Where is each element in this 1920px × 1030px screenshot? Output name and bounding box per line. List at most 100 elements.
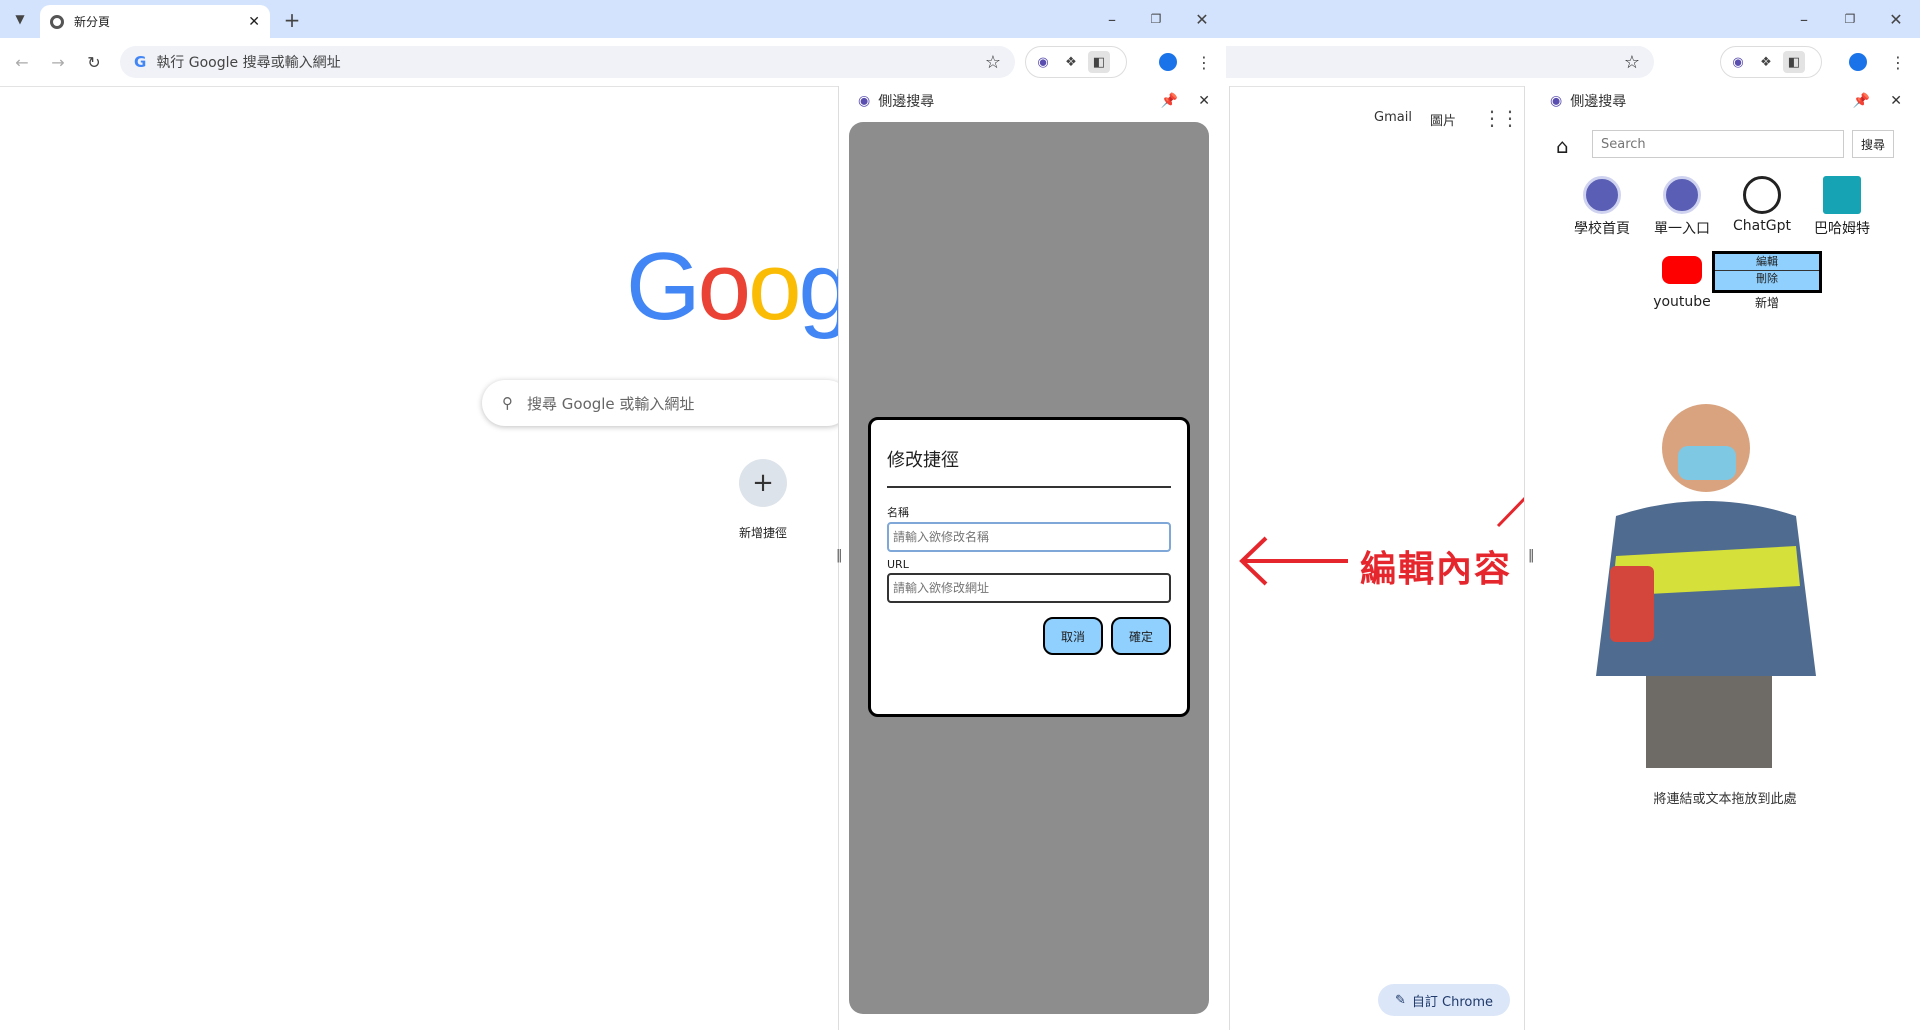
side-panel-right-header: ◉ 側邊搜尋 📌 ✕: [1550, 86, 1902, 116]
shortcut-label: 巴哈姆特: [1814, 221, 1870, 237]
minimize-icon: –: [1800, 9, 1808, 29]
chevron-down-icon: ▼: [15, 12, 25, 26]
side-search-input[interactable]: [1592, 130, 1844, 158]
restore-icon: ❐: [1150, 12, 1162, 26]
tab-search-button[interactable]: ▼: [4, 3, 36, 35]
shortcut-portal[interactable]: 單一入口: [1642, 176, 1722, 238]
resize-handle-left[interactable]: ‖: [836, 548, 843, 563]
omnibox-right[interactable]: ☆: [1226, 46, 1654, 78]
youtube-icon: [1662, 256, 1702, 284]
name-input[interactable]: [887, 522, 1171, 552]
reload-button[interactable]: ↻: [78, 46, 110, 78]
school-logo-icon: [1663, 176, 1701, 214]
minimize-button[interactable]: –: [1096, 3, 1128, 35]
puzzle-icon[interactable]: ❖: [1060, 51, 1082, 73]
profile-button[interactable]: [1152, 46, 1184, 78]
minimize-icon: –: [1108, 9, 1116, 29]
close-window-button-right[interactable]: ✕: [1880, 3, 1912, 35]
pin-icon[interactable]: 📌: [1161, 93, 1178, 109]
side-search-button[interactable]: 搜尋: [1852, 130, 1894, 158]
customize-chrome-button[interactable]: ✎ 自訂 Chrome: [1378, 984, 1510, 1016]
omnibox[interactable]: G 執行 Google 搜尋或輸入網址 ☆: [120, 46, 1015, 78]
menu-button-right[interactable]: ⋮: [1882, 46, 1914, 78]
avatar-icon: [1849, 53, 1867, 71]
dialog-title: 修改捷徑: [887, 446, 1171, 488]
side-search-extension-icon[interactable]: ◉: [1032, 51, 1054, 73]
cancel-button[interactable]: 取消: [1043, 617, 1103, 655]
restore-button-right[interactable]: ❐: [1834, 3, 1866, 35]
school-logo-icon: [1583, 176, 1621, 214]
side-search-extension-icon[interactable]: ◉: [1727, 51, 1749, 73]
side-panel-title: 側邊搜尋: [1570, 94, 1627, 110]
avatar-icon: [1159, 53, 1177, 71]
url-input[interactable]: [887, 573, 1171, 603]
plus-icon: +: [752, 468, 774, 498]
tab-new-tab[interactable]: 新分頁 ✕: [40, 5, 270, 38]
extensions-group: ◉ ❖ ◧: [1025, 46, 1127, 78]
star-icon[interactable]: ☆: [1624, 52, 1640, 73]
add-shortcut-button[interactable]: +: [739, 459, 787, 507]
gmail-link[interactable]: Gmail: [1374, 110, 1412, 125]
shortcut-label: ChatGpt: [1733, 218, 1791, 234]
customize-label: 自訂 Chrome: [1411, 994, 1494, 1010]
chrome-icon: [50, 14, 64, 29]
shortcut-school-home[interactable]: 學校首頁: [1562, 176, 1642, 238]
drop-hint: 將連結或文本拖放到此處: [1653, 792, 1797, 807]
confirm-button[interactable]: 確定: [1111, 617, 1171, 655]
close-icon: ✕: [1889, 9, 1903, 29]
side-panel-title: 側邊搜尋: [878, 94, 935, 110]
side-panel-icon[interactable]: ◧: [1088, 51, 1110, 73]
restore-icon: ❐: [1844, 12, 1856, 26]
tab-title: 新分頁: [74, 15, 111, 29]
add-label[interactable]: 新增: [1742, 294, 1792, 311]
mascot-image: [1596, 404, 1816, 768]
puzzle-icon[interactable]: ❖: [1755, 51, 1777, 73]
arrow-right-icon: →: [51, 52, 65, 72]
delete-menu-item[interactable]: 刪除: [1715, 271, 1819, 287]
star-icon[interactable]: ☆: [985, 52, 1001, 73]
side-panel-icon[interactable]: ◧: [1783, 51, 1805, 73]
images-link[interactable]: 圖片: [1430, 110, 1456, 129]
back-button[interactable]: ←: [6, 46, 38, 78]
close-icon[interactable]: ✕: [1198, 93, 1210, 109]
shortcut-label: 單一入口: [1654, 221, 1710, 237]
side-panel-left-header: ◉ 側邊搜尋 📌 ✕: [858, 86, 1210, 116]
edit-menu-item[interactable]: 編輯: [1715, 254, 1819, 271]
minimize-button-right[interactable]: –: [1788, 3, 1820, 35]
google-search-placeholder: 搜尋 Google 或輸入網址: [527, 394, 695, 413]
close-window-button[interactable]: ✕: [1186, 3, 1218, 35]
shortcut-label: 學校首頁: [1574, 221, 1630, 237]
close-icon: ✕: [1195, 9, 1209, 29]
close-icon[interactable]: ✕: [248, 14, 260, 30]
side-search-extension-icon: ◉: [858, 93, 871, 109]
shortcut-chatgpt[interactable]: ChatGpt: [1722, 176, 1802, 234]
google-search-box[interactable]: ⚲ 搜尋 Google 或輸入網址: [482, 380, 850, 426]
profile-button-right[interactable]: [1842, 46, 1874, 78]
bahamut-icon: [1823, 176, 1861, 214]
extensions-group-right: ◉ ❖ ◧: [1720, 46, 1822, 78]
omnibox-placeholder: 執行 Google 搜尋或輸入網址: [156, 55, 341, 71]
new-tab-button[interactable]: +: [276, 4, 308, 36]
close-icon[interactable]: ✕: [1890, 93, 1902, 109]
more-vert-icon: ⋮: [1890, 52, 1906, 72]
pin-icon[interactable]: 📌: [1853, 93, 1870, 109]
chatgpt-icon: [1743, 176, 1781, 214]
home-icon[interactable]: ⌂: [1556, 134, 1569, 158]
arrow-left-icon: ←: [15, 52, 29, 72]
menu-button[interactable]: ⋮: [1188, 46, 1220, 78]
restore-button[interactable]: ❐: [1140, 3, 1172, 35]
resize-handle-right[interactable]: ‖: [1528, 548, 1535, 563]
shortcut-label: youtube: [1653, 294, 1711, 310]
pencil-icon: ✎: [1394, 992, 1406, 1008]
forward-button[interactable]: →: [42, 46, 74, 78]
shortcut-bahamut[interactable]: 巴哈姆特: [1802, 176, 1882, 238]
side-search-extension-icon: ◉: [1550, 93, 1563, 109]
add-shortcut-label: 新增捷徑: [738, 526, 787, 540]
reload-icon: ↻: [87, 52, 101, 72]
shortcut-context-menu: 編輯 刪除: [1712, 251, 1822, 293]
search-icon: ⚲: [502, 394, 513, 412]
plus-icon: +: [283, 8, 301, 32]
shortcut-youtube[interactable]: youtube: [1642, 256, 1722, 310]
edit-shortcut-dialog: 修改捷徑 名稱 URL 取消 確定: [868, 417, 1190, 717]
more-vert-icon: ⋮: [1196, 52, 1212, 72]
